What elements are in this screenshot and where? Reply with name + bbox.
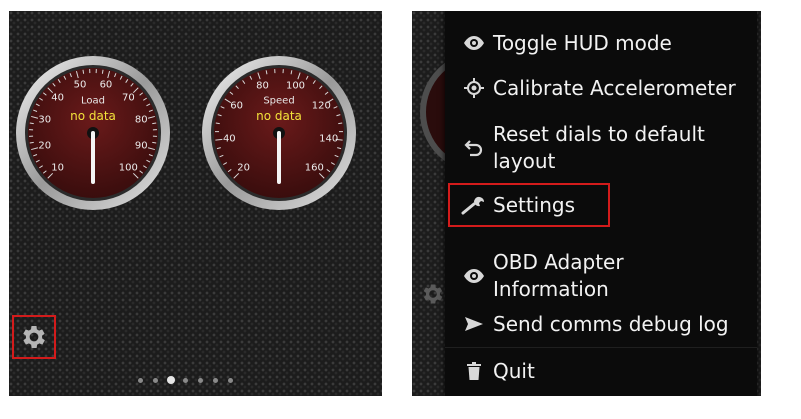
page-dot[interactable] [213,378,218,383]
gauge-tick-mark [101,69,104,74]
eye-icon [457,35,491,51]
gauge-tick-mark [338,122,343,125]
gauge-tick-mark [152,141,157,144]
gauge-tick-label: 50 [73,79,87,91]
page-dot-active[interactable] [167,376,175,384]
gauge-tick-label: 20 [237,162,251,174]
menu-item-calibrate-accelerometer[interactable]: Calibrate Accelerometer [445,71,757,105]
menu-divider [445,347,757,348]
gauge-tick-label: 100 [118,162,138,174]
wrench-icon [457,195,491,215]
gauge-tick-label: 70 [121,92,135,104]
gauge-tick-label: 10 [51,162,65,174]
menu-item-obd-adapter-info[interactable]: OBD Adapter Information [445,247,757,305]
gauge-tick-label: 140 [319,133,339,145]
dashboard-with-menu: Toggle HUD mode Calibrate Accelerometer … [412,11,761,396]
menu-item-label: Send comms debug log [493,311,729,336]
gauge-tick-label: 20 [38,140,52,152]
overflow-menu: Toggle HUD mode Calibrate Accelerometer … [445,11,757,396]
menu-item-settings[interactable]: Settings [445,188,757,222]
page-dot[interactable] [183,378,188,383]
menu-item-quit[interactable]: Quit [445,354,757,388]
menu-item-label: Toggle HUD mode [493,30,672,55]
gauge-tick-label: 30 [38,114,52,126]
menu-item-label: Settings [493,192,576,217]
menu-item-reset-dials[interactable]: Reset dials to default layout [445,119,757,177]
crosshair-icon [457,78,491,98]
gauge-tick-label: 60 [230,100,244,112]
gauge-tick-label: 100 [285,80,306,92]
load-gauge[interactable]: Load no data 10 20 30 40 50 60 70 80 90 100 [14,54,172,212]
gauge-tick-label: 160 [304,162,324,174]
eye-icon [457,268,491,284]
page-dot[interactable] [228,378,233,383]
background-gear-icon [423,284,443,304]
gauge-tick-label: 120 [311,100,331,112]
menu-item-toggle-hud[interactable]: Toggle HUD mode [445,26,757,60]
page-indicator [138,376,238,386]
gear-icon [23,326,45,348]
page-dot[interactable] [153,378,158,383]
gauge-tick-mark [29,122,34,125]
speed-gauge[interactable]: Speed no data 20 40 60 80 100 120 140 160 [200,54,358,212]
gauge-tick-mark [29,141,34,144]
gauge-status: no data [70,109,116,123]
load-gauge-dial [16,56,170,210]
gauge-tick-label: 60 [99,79,113,91]
gauge-tick-label: 40 [51,92,65,104]
gauge-status: no data [256,109,302,123]
gauge-tick-label: 80 [256,80,269,92]
send-icon [457,316,491,332]
undo-icon [457,139,491,157]
page-dot[interactable] [198,378,203,383]
menu-item-label: Quit [493,358,535,383]
dashboard-screen: Load no data 10 20 30 40 50 60 70 80 90 100 [9,11,382,396]
menu-item-label: Calibrate Accelerometer [493,75,736,100]
menu-item-label: OBD Adapter Information [493,250,624,301]
settings-gear-button[interactable] [12,315,56,359]
gauge-label: Speed [263,95,295,107]
page-dot[interactable] [138,378,143,383]
menu-item-label: Reset dials to default layout [493,122,705,173]
gauge-tick-label: 90 [134,140,148,152]
gauge-tick-label: 40 [222,133,236,145]
trash-icon [457,362,491,380]
menu-item-send-debug-log[interactable]: Send comms debug log [445,307,757,341]
gauge-tick-mark [82,69,85,74]
gauge-tick-label: 80 [134,114,148,126]
gauge-tick-mark [152,122,157,125]
gauge-tick-mark [215,122,220,125]
gauge-label: Load [81,95,105,107]
